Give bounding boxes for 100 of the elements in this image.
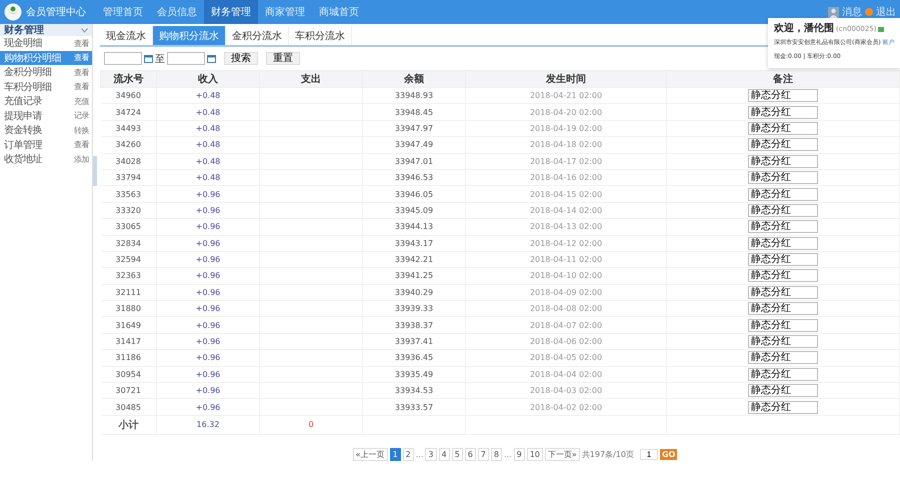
chevron-icon <box>81 28 88 32</box>
sidebar-item-label: 现金明细 <box>4 37 42 50</box>
table-cell: 34260 <box>100 136 156 154</box>
table-cell: +0.96 <box>156 251 260 268</box>
note-field[interactable]: 静态分红 <box>748 384 818 398</box>
page-link[interactable]: 2 <box>402 448 414 461</box>
page-link[interactable]: 10 <box>526 448 543 461</box>
table-cell: 33948.93 <box>362 88 466 104</box>
table-cell: 33946.05 <box>362 186 466 202</box>
column-header: 余额 <box>362 70 466 88</box>
welcome-text: 欢迎，潘伦围 <box>774 22 834 36</box>
table-cell: 2018-04-13 02:00 <box>466 218 666 236</box>
page-link[interactable]: 3 <box>425 448 436 461</box>
search-button[interactable]: 搜索 <box>224 52 258 65</box>
calendar-icon[interactable] <box>144 54 153 62</box>
note-field[interactable]: 静态分红 <box>748 171 818 184</box>
note-field[interactable]: 静态分红 <box>748 106 818 119</box>
note-field[interactable]: 静态分红 <box>748 335 818 348</box>
collapse-handle[interactable] <box>93 156 97 186</box>
sidebar-item-label: 充值记录 <box>4 94 42 108</box>
page-ellipsis: ... <box>416 450 424 459</box>
table-cell: +0.48 <box>156 169 260 186</box>
table-cell: +0.96 <box>156 350 260 366</box>
note-field[interactable]: 静态分红 <box>748 351 818 364</box>
table-cell: +0.96 <box>156 316 260 334</box>
table-cell: 32594 <box>100 251 156 268</box>
sidebar-item[interactable]: 资金转换 转换 <box>0 123 92 138</box>
nav-tab[interactable]: 财务管理 <box>204 0 258 24</box>
note-field[interactable]: 静态分红 <box>748 253 818 266</box>
note-field[interactable]: 静态分红 <box>748 269 818 282</box>
table-cell: 33936.45 <box>362 350 466 366</box>
table-cell: 2018-04-03 02:00 <box>466 382 666 399</box>
table-cell: +0.48 <box>156 120 260 137</box>
note-field[interactable]: 静态分红 <box>748 188 818 201</box>
sidebar-item[interactable]: 金积分明细 查看 <box>0 65 92 80</box>
start-date-field[interactable] <box>104 52 142 65</box>
table-cell: +0.96 <box>156 268 260 284</box>
calendar-icon[interactable] <box>207 54 216 62</box>
table-cell: 33945.09 <box>362 202 466 219</box>
note-field[interactable]: 静态分红 <box>748 318 818 332</box>
sidebar-item-action: 充值 <box>74 96 89 107</box>
note-field[interactable]: 静态分红 <box>748 89 818 102</box>
page-link[interactable]: 9 <box>514 448 525 461</box>
subtotal-label: 小计 <box>100 415 156 434</box>
page-number-field[interactable]: 1 <box>640 448 658 460</box>
table-cell: 2018-04-16 02:00 <box>466 169 666 186</box>
sidebar-item-label: 资金转换 <box>4 124 42 138</box>
note-field[interactable]: 静态分红 <box>748 122 818 135</box>
sidebar-item[interactable]: 提现申请 记录 <box>0 108 92 123</box>
sidebar-item-action: 查看 <box>74 81 89 92</box>
sidebar-item-action: 查看 <box>74 66 89 78</box>
note-field[interactable]: 静态分红 <box>748 236 818 250</box>
table-cell: 2018-04-04 02:00 <box>466 366 666 383</box>
sidebar-item-action: 查看 <box>74 38 89 49</box>
page-link[interactable]: 7 <box>478 448 489 461</box>
table-cell: +0.48 <box>156 136 260 154</box>
avatar-icon <box>828 6 839 18</box>
table-cell: 33942.21 <box>362 251 466 268</box>
note-field[interactable]: 静态分红 <box>748 286 818 299</box>
page-link[interactable]: «上一页 <box>352 448 388 461</box>
sidebar-item[interactable]: 订单管理 查看 <box>0 138 92 152</box>
sidebar-item[interactable]: 收货地址 添加 <box>0 152 92 166</box>
table-cell: 32111 <box>100 284 156 301</box>
table-cell: 33320 <box>100 202 156 219</box>
end-date-field[interactable] <box>167 52 205 65</box>
table-cell: 33947.01 <box>362 153 466 170</box>
note-field[interactable]: 静态分红 <box>748 220 818 234</box>
page-link[interactable]: 6 <box>464 448 476 461</box>
sidebar-item[interactable]: 车积分明细 查看 <box>0 80 92 94</box>
table-cell: 33065 <box>100 218 156 236</box>
table-cell: 33947.49 <box>362 136 466 154</box>
table-cell: +0.48 <box>156 88 260 104</box>
sidebar-item[interactable]: 现金明细 查看 <box>0 36 92 50</box>
table-cell: 32363 <box>100 268 156 284</box>
page-link[interactable]: 1 <box>390 448 401 461</box>
page-link[interactable]: 4 <box>438 448 450 461</box>
column-header: 备注 <box>666 70 900 88</box>
sidebar-item-label: 订单管理 <box>4 138 42 152</box>
table-cell: 33947.97 <box>362 120 466 137</box>
page-link[interactable]: 8 <box>490 448 502 461</box>
table-cell: 31417 <box>100 333 156 350</box>
table-cell: 33944.13 <box>362 218 466 236</box>
table-cell: 2018-04-08 02:00 <box>466 300 666 317</box>
note-field[interactable]: 静态分红 <box>748 204 818 217</box>
page-link[interactable]: 下一页» <box>544 448 580 461</box>
note-field[interactable]: 静态分红 <box>748 154 818 168</box>
sidebar-item[interactable]: 充值记录 充值 <box>0 94 92 108</box>
page-link[interactable]: 5 <box>452 448 463 461</box>
column-header: 发生时间 <box>466 70 666 88</box>
table-cell: 33939.33 <box>362 300 466 317</box>
note-field[interactable]: 静态分红 <box>748 302 818 316</box>
table-cell: 0 <box>260 415 362 434</box>
column-header: 收入 <box>156 70 260 88</box>
table-cell: 32834 <box>100 235 156 252</box>
reset-button[interactable]: 重置 <box>266 52 300 65</box>
note-field[interactable]: 静态分红 <box>748 138 818 152</box>
note-field[interactable]: 静态分红 <box>748 400 818 414</box>
note-field[interactable]: 静态分红 <box>748 368 818 381</box>
table-cell: +0.96 <box>156 218 260 236</box>
table-cell: 2018-04-11 02:00 <box>466 251 666 268</box>
